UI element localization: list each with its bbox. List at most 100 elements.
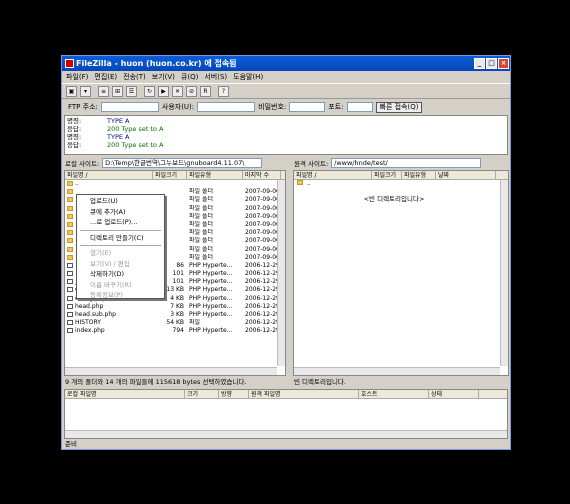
file-size	[153, 180, 187, 188]
remote-col-0[interactable]: 파일명 /	[294, 171, 372, 179]
toggle-log-icon[interactable]: ≡	[98, 85, 109, 97]
local-col-3[interactable]: 마지막 수	[243, 171, 281, 179]
context-menu-item[interactable]: ...로 업로드(P)...	[77, 217, 164, 228]
port-input[interactable]	[346, 102, 373, 112]
log-text: TYPE A	[107, 133, 130, 141]
queue-col-0[interactable]: 로컬 파일명	[65, 390, 185, 398]
quickconnect-bar: FTP 주소: 사용자(U): 비밀번호: 포트: 빠른 접속(Q)	[62, 100, 510, 114]
local-file-row[interactable]: HISTORY 54 KB 파일 2006-12-29	[65, 319, 285, 327]
queue-col-3[interactable]: 원격 파일명	[249, 390, 359, 398]
close-button[interactable]: ×	[498, 58, 509, 69]
file-type: 파일	[189, 319, 201, 327]
file-type: 파일 폴더	[189, 220, 213, 228]
filezilla-app-icon	[65, 59, 74, 68]
remote-status: 빈 디렉토리입니다.	[294, 378, 346, 386]
message-log: 명령: TYPE A 응답: 200 Type set to A 명령: TYPE A 응답…	[64, 115, 508, 155]
local-vertical-scrollbar[interactable]	[277, 180, 285, 366]
local-file-row[interactable]: head.sub.php 3 KB PHP Hyperte... 2006-12-29	[65, 311, 285, 319]
menu-item-4[interactable]: 큐(Q)	[181, 71, 198, 83]
process-queue-icon[interactable]: ▶	[158, 85, 169, 97]
remote-col-3[interactable]: 날짜	[436, 171, 496, 179]
local-col-0[interactable]: 파일명 /	[65, 171, 153, 179]
dropdown-icon[interactable]: ▾	[80, 85, 91, 97]
context-menu-item[interactable]: 등록정보(P)	[77, 290, 164, 301]
local-col-2[interactable]: 파일유형	[187, 171, 243, 179]
context-menu-item[interactable]: 보기(V) / 편집	[77, 259, 164, 270]
cancel-icon[interactable]: ✕	[172, 85, 183, 97]
queue-col-4[interactable]: 호스트	[359, 390, 429, 398]
local-file-row[interactable]: ..	[65, 180, 285, 188]
help-icon[interactable]: ?	[218, 85, 229, 97]
reconnect-icon[interactable]: R	[200, 85, 211, 97]
refresh-icon[interactable]: ↻	[144, 85, 155, 97]
context-menu-item[interactable]: 디렉토리 만들기(C)	[77, 233, 164, 244]
file-date: 2007-09-06	[245, 253, 279, 261]
remote-path-bar: 원격 사이트: /www/hnde/test/	[294, 157, 508, 169]
file-date: 2007-09-06	[245, 237, 279, 245]
file-name: ..	[65, 180, 153, 188]
queue-icon[interactable]: ☰	[126, 85, 137, 97]
remote-list-header: 파일명 / 파일크기 파일유형 날짜	[294, 171, 508, 180]
file-type: 파일 폴더	[189, 188, 213, 196]
remote-vertical-scrollbar[interactable]	[500, 180, 508, 366]
file-date: 2006-12-29	[245, 286, 279, 294]
log-line: 응답: 200 Type set to A	[67, 125, 505, 133]
context-menu-item[interactable]: 업로드(U)	[77, 196, 164, 207]
queue-horizontal-scrollbar[interactable]	[65, 430, 507, 438]
file-icon	[67, 271, 73, 277]
file-icon	[67, 262, 73, 268]
queue-col-5[interactable]: 상태	[429, 390, 479, 398]
port-label: 포트:	[328, 103, 344, 111]
file-name-text: ..	[307, 180, 311, 187]
local-col-1[interactable]: 파일크기	[153, 171, 187, 179]
folder-icon	[67, 181, 73, 186]
file-icon	[67, 320, 73, 326]
menu-item-0[interactable]: 파일(F)	[66, 71, 88, 83]
file-type: 파일 폴더	[189, 253, 213, 261]
file-name: HISTORY	[65, 319, 153, 327]
quickconnect-button[interactable]: 빠른 접속(Q)	[375, 101, 423, 113]
context-menu-item[interactable]: 열기(E)	[77, 248, 164, 259]
site-manager-icon[interactable]: ▣	[66, 85, 77, 97]
local-file-row[interactable]: index.php 794 PHP Hyperte... 2006-12-29	[65, 327, 285, 335]
menu-item-3[interactable]: 보기(V)	[152, 71, 175, 83]
disconnect-icon[interactable]: ⊘	[186, 85, 197, 97]
host-input[interactable]	[100, 102, 159, 112]
remote-col-2[interactable]: 파일유형	[402, 171, 436, 179]
local-horizontal-scrollbar[interactable]	[65, 367, 277, 375]
local-path-input[interactable]: D:\Temp\한글번역\그누보드\gnuboard4.11.07\	[102, 158, 263, 168]
toggle-tree-icon[interactable]: ⊞	[112, 85, 123, 97]
menu-item-6[interactable]: 도움말(H)	[233, 71, 263, 83]
maximize-button[interactable]: □	[486, 58, 497, 69]
minimize-button[interactable]: _	[474, 58, 485, 69]
context-menu-item[interactable]: 삭제하기(D)	[77, 269, 164, 280]
file-name: head.sub.php	[65, 311, 153, 319]
file-type: PHP Hyperte...	[189, 311, 233, 318]
menu-item-5[interactable]: 서버(S)	[204, 71, 227, 83]
remote-file-row[interactable]: ..	[294, 180, 508, 188]
queue-col-2[interactable]: 방향	[219, 390, 249, 398]
password-input[interactable]	[289, 102, 326, 112]
queue-col-1[interactable]: 크기	[185, 390, 219, 398]
remote-horizontal-scrollbar[interactable]	[294, 367, 500, 375]
local-list-header: 파일명 / 파일크기 파일유형 마지막 수	[65, 171, 285, 180]
file-type: PHP Hyperte...	[189, 261, 233, 269]
remote-path-input[interactable]: /www/hnde/test/	[331, 158, 482, 168]
menu-item-2[interactable]: 전송(T)	[123, 71, 146, 83]
file-date: 2006-12-29	[245, 270, 279, 278]
local-file-row[interactable]: head.php 7 KB PHP Hyperte... 2006-12-29	[65, 303, 285, 311]
context-menu-item[interactable]: 큐에 추가(A)	[77, 207, 164, 218]
log-line: 명령: TYPE A	[67, 133, 505, 141]
remote-path-label: 원격 사이트:	[294, 160, 329, 168]
remote-col-1[interactable]: 파일크기	[372, 171, 402, 179]
log-line: 응답: 200 Type set to A	[67, 141, 505, 149]
folder-icon	[67, 197, 73, 203]
context-menu: 업로드(U) 큐에 추가(A) ...로 업로드(P)... 디렉토리 만들기(C) 열…	[76, 194, 165, 299]
user-label: 사용자(U):	[161, 103, 195, 111]
menu-item-1[interactable]: 편집(E)	[94, 71, 117, 83]
file-type: PHP Hyperte...	[189, 270, 233, 278]
remote-file-list: 파일명 / 파일크기 파일유형 날짜 .. <빈 디렉토리입니다>	[293, 170, 509, 376]
user-input[interactable]	[197, 102, 256, 112]
context-menu-item[interactable]: 이름 바꾸기(R)	[77, 280, 164, 291]
title-bar[interactable]: FileZilla - huon (huon.co.kr) 에 접속됨 _ □ …	[62, 56, 510, 71]
